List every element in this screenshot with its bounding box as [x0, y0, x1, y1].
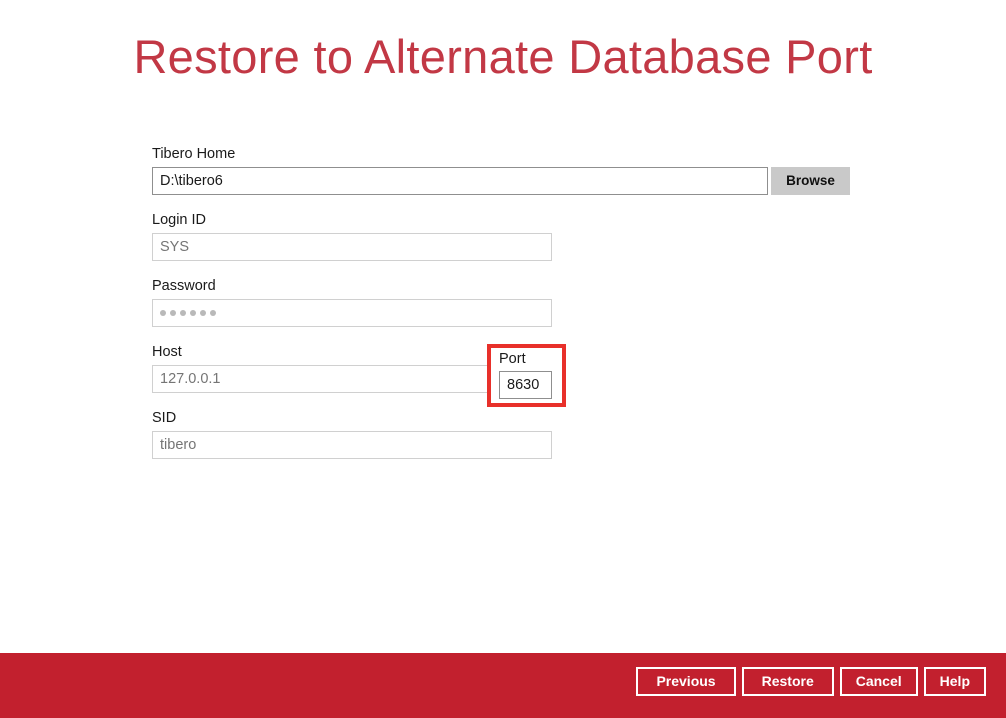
- port-highlight-box: Port: [487, 344, 566, 407]
- sid-input[interactable]: [152, 431, 552, 459]
- previous-button[interactable]: Previous: [636, 667, 735, 696]
- login-id-input[interactable]: [152, 233, 552, 261]
- field-tibero-home: Tibero Home Browse: [152, 145, 892, 195]
- tibero-home-input[interactable]: [152, 167, 768, 195]
- browse-button[interactable]: Browse: [771, 167, 850, 195]
- footer-button-group: Previous Restore Cancel Help: [636, 667, 986, 696]
- port-input[interactable]: [499, 371, 552, 399]
- cancel-button[interactable]: Cancel: [840, 667, 918, 696]
- help-button[interactable]: Help: [924, 667, 986, 696]
- field-host: Host Port: [152, 343, 892, 393]
- password-input[interactable]: [152, 299, 552, 327]
- footer-bar: Previous Restore Cancel Help: [0, 653, 1006, 718]
- field-sid: SID: [152, 409, 892, 459]
- login-id-label: Login ID: [152, 211, 892, 229]
- password-label: Password: [152, 277, 892, 295]
- tibero-home-label: Tibero Home: [152, 145, 892, 163]
- port-label: Port: [499, 350, 562, 368]
- restore-button[interactable]: Restore: [742, 667, 834, 696]
- field-password: Password: [152, 277, 892, 327]
- page-title: Restore to Alternate Database Port: [0, 30, 1006, 84]
- restore-form: Tibero Home Browse Login ID Password Hos…: [152, 145, 892, 475]
- sid-label: SID: [152, 409, 892, 427]
- password-placeholder-dots: [160, 300, 544, 326]
- field-login-id: Login ID: [152, 211, 892, 261]
